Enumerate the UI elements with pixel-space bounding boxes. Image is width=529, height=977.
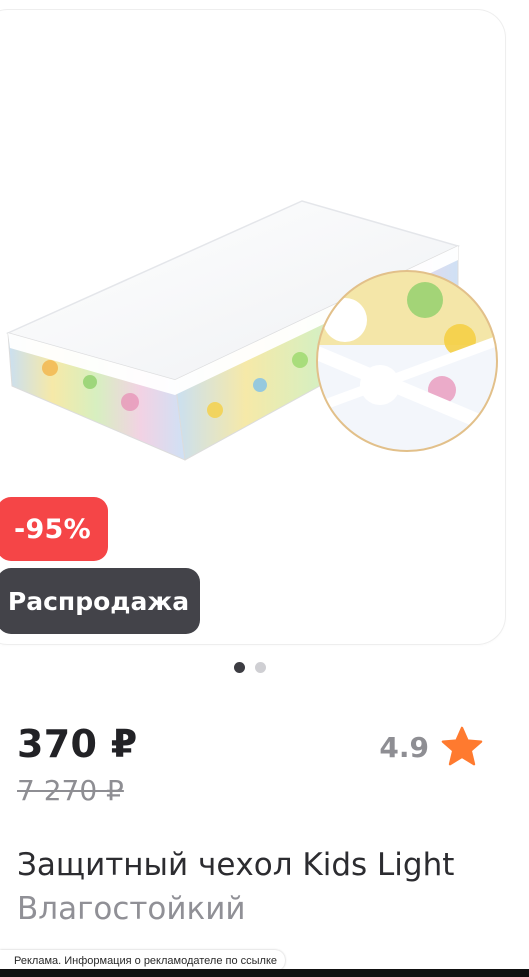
product-title[interactable]: Защитный чехол Kids Light [17,847,454,883]
ad-notice-link[interactable]: Реклама. Информация о рекламодателе по с… [0,950,286,971]
image-pagination[interactable] [234,662,266,673]
product-image-card[interactable]: -95% Распродажа [0,10,505,644]
pagination-dot-active[interactable] [234,662,245,673]
discount-badge: -95% [0,497,108,561]
pagination-dot[interactable] [255,662,266,673]
current-price: 370 ₽ [17,722,138,766]
rating-value: 4.9 [379,730,429,764]
rating: 4.9 [379,725,485,769]
bottom-divider [0,969,529,977]
star-icon [441,726,483,766]
product-subtitle: Влагостойкий [17,891,246,927]
product-card-page: -95% Распродажа 370 ₽ 7 270 ₽ 4.9 Защитн… [0,0,529,977]
mattress-product-image [5,200,498,461]
old-price: 7 270 ₽ [17,774,124,807]
sale-badge: Распродажа [0,568,200,634]
